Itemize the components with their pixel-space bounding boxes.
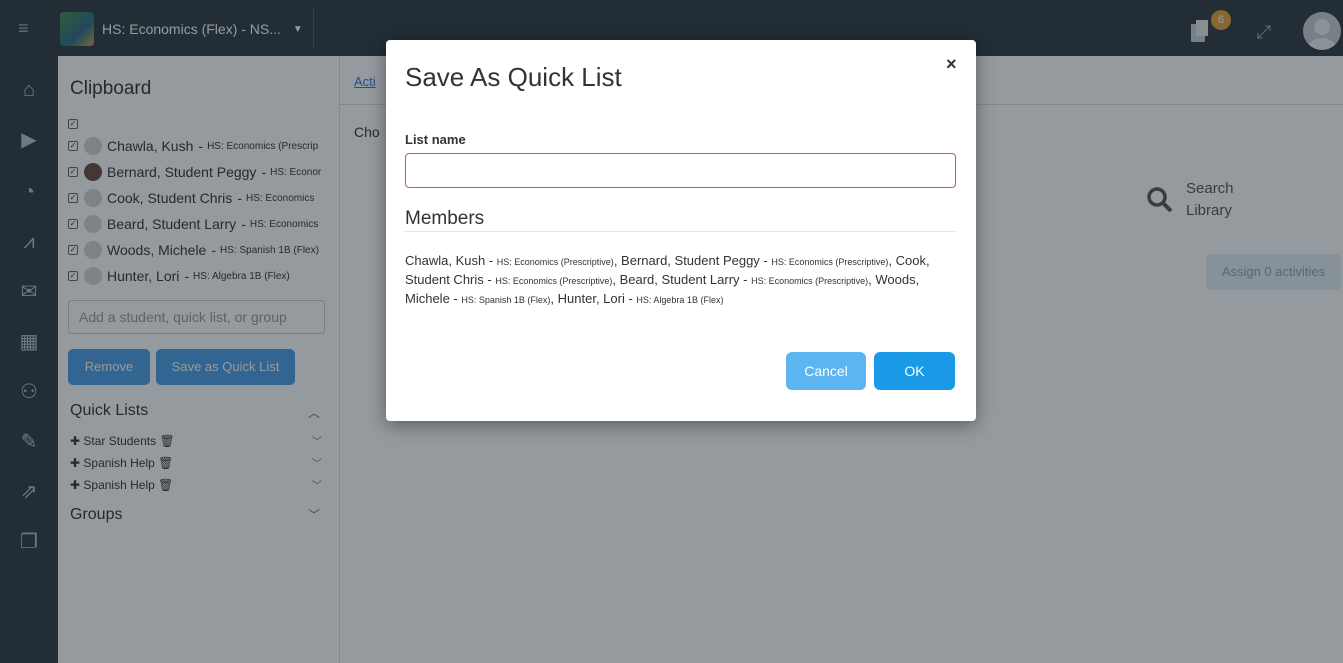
member-name: Chawla, Kush [405, 253, 486, 268]
member-course: HS: Economics (Prescriptive) [751, 276, 869, 286]
member-course: HS: Economics (Prescriptive) [495, 276, 613, 286]
dialog-title: Save As Quick List [405, 62, 622, 92]
member-name: Beard, Student Larry [619, 272, 740, 287]
member-course: HS: Algebra 1B (Flex) [636, 295, 724, 305]
members-heading: Members [405, 208, 485, 229]
ok-button[interactable]: OK [874, 352, 955, 390]
list-name-label: List name [405, 132, 466, 147]
member-name: Bernard, Student Peggy [621, 253, 760, 268]
member-course: HS: Economics (Prescriptive) [496, 257, 614, 267]
member-course: HS: Economics (Prescriptive) [771, 257, 889, 267]
list-name-input[interactable] [405, 153, 956, 188]
save-quick-list-dialog: Save As Quick List × List name Members C… [386, 40, 976, 421]
divider [405, 231, 956, 232]
close-icon[interactable]: × [946, 54, 957, 75]
member-course: HS: Spanish 1B (Flex) [461, 295, 551, 305]
members-list: Chawla, Kush - HS: Economics (Prescripti… [405, 253, 930, 306]
cancel-button[interactable]: Cancel [786, 352, 866, 390]
member-name: Hunter, Lori [557, 291, 625, 306]
